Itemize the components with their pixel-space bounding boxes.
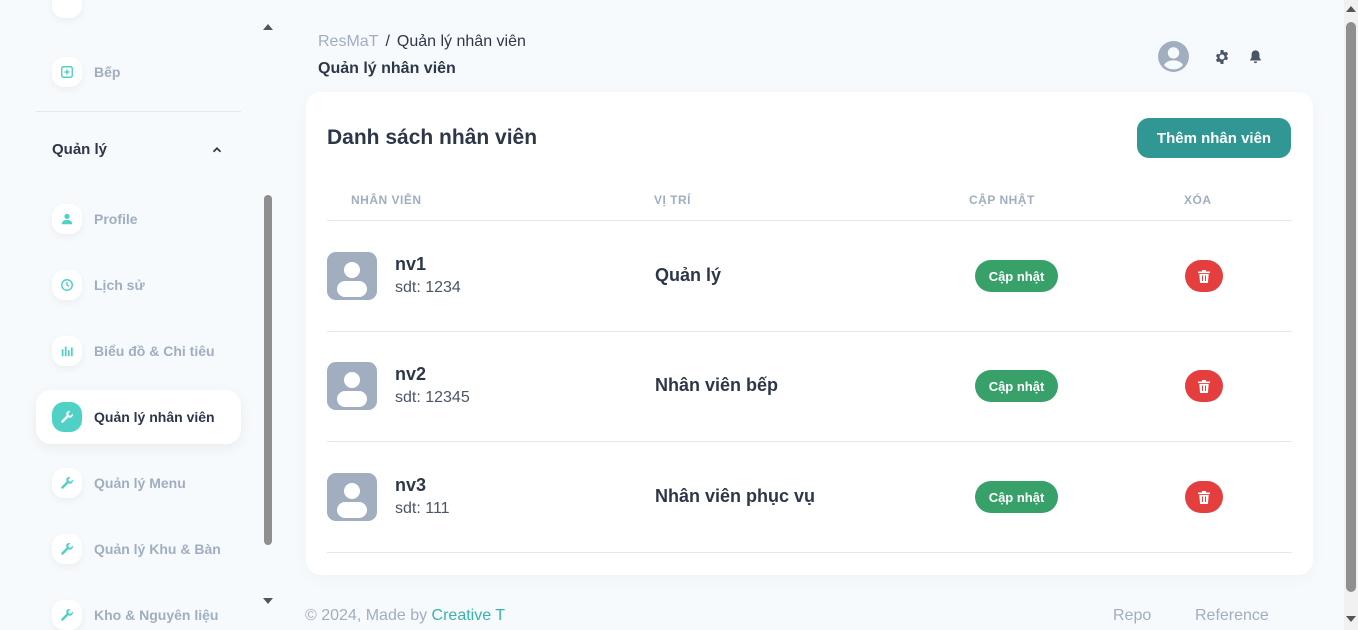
header-icons — [1157, 40, 1263, 73]
sidebar-item-quan-ly-khu-ban[interactable]: Quản lý Khu & Bàn — [36, 522, 241, 576]
footer-brand-link[interactable]: Creative T — [432, 607, 506, 624]
sidebar-divider — [36, 111, 241, 112]
table-row: nv3 sdt: 111 Nhân viên phục vụ Cập nhật — [306, 442, 1313, 552]
delete-button[interactable] — [1185, 260, 1223, 292]
person-icon — [52, 204, 82, 234]
scroll-up-icon[interactable] — [263, 24, 273, 30]
sidebar-item-label: Biểu đồ & Chi tiêu — [94, 343, 215, 359]
footer-link-reference[interactable]: Reference — [1195, 607, 1269, 625]
breadcrumb-root[interactable]: ResMaT — [318, 33, 378, 51]
sidebar-item-label: Kho & Nguyên liệu — [94, 607, 219, 623]
user-avatar-icon[interactable] — [1157, 40, 1190, 73]
sidebar-item-bieu-do[interactable]: Biểu đồ & Chi tiêu — [36, 324, 241, 378]
sidebar: Bếp Quản lý Profile Lịch sử Biểu đồ & Ch… — [0, 0, 262, 630]
employee-name: nv2 — [395, 364, 427, 384]
update-button[interactable]: Cập nhật — [975, 370, 1058, 402]
employee-avatar — [327, 252, 377, 300]
breadcrumb: ResMaT / Quản lý nhân viên — [318, 33, 526, 51]
sidebar-item-profile[interactable]: Profile — [36, 192, 241, 246]
update-button[interactable]: Cập nhật — [975, 260, 1058, 292]
chevron-up-icon[interactable] — [210, 143, 224, 157]
scroll-up-icon[interactable] — [1346, 6, 1356, 12]
bell-icon[interactable] — [1248, 49, 1263, 64]
delete-button[interactable] — [1185, 370, 1223, 402]
scroll-down-icon[interactable] — [263, 598, 273, 604]
wrench-icon — [52, 600, 82, 630]
scrollbar-thumb[interactable] — [264, 195, 272, 545]
footer-link-repo[interactable]: Repo — [1113, 607, 1151, 625]
table-row: nv2 sdt: 12345 Nhân viên bếp Cập nhật — [306, 331, 1313, 441]
wrench-icon — [52, 534, 82, 564]
bar-chart-icon — [52, 336, 82, 366]
gear-icon[interactable] — [1214, 49, 1230, 65]
column-header-delete: XÓA — [1184, 193, 1212, 207]
table-row: nv1 sdt: 1234 Quản lý Cập nhật — [306, 221, 1313, 331]
sidebar-item-label: Quản lý Khu & Bàn — [94, 541, 221, 557]
sidebar-section-title: Quản lý — [52, 141, 108, 158]
sidebar-partial-icon — [52, 0, 82, 18]
column-header-update: CẬP NHẬT — [969, 193, 1035, 207]
trash-icon — [1198, 269, 1210, 283]
breadcrumb-current: Quản lý nhân viên — [396, 33, 526, 50]
sidebar-item-kho-nguyen-lieu[interactable]: Kho & Nguyên liệu — [36, 588, 241, 630]
row-divider — [327, 552, 1292, 553]
sidebar-item-label: Quản lý nhân viên — [94, 409, 215, 425]
clock-icon — [52, 270, 82, 300]
employee-name: nv1 — [395, 254, 427, 274]
column-header-position: VỊ TRÍ — [654, 193, 692, 207]
employee-position: Quản lý — [655, 265, 722, 285]
add-employee-button[interactable]: Thêm nhân viên — [1137, 118, 1291, 158]
update-button[interactable]: Cập nhật — [975, 481, 1058, 513]
column-header-employee: NHÂN VIÊN — [351, 193, 422, 207]
employee-phone: sdt: 12345 — [395, 389, 470, 406]
employee-avatar — [327, 473, 377, 521]
main-scrollbar[interactable] — [1344, 0, 1358, 630]
employee-phone: sdt: 1234 — [395, 279, 461, 296]
scrollbar-thumb[interactable] — [1346, 22, 1356, 592]
footer-copyright-text: © 2024, Made by — [305, 607, 428, 624]
sidebar-item-label: Lịch sử — [94, 277, 145, 293]
sidebar-item-lich-su[interactable]: Lịch sử — [36, 258, 241, 312]
sidebar-item-label: Profile — [94, 211, 138, 227]
employee-avatar — [327, 362, 377, 410]
wrench-icon — [52, 402, 82, 432]
sidebar-item-quan-ly-nhan-vien[interactable]: Quản lý nhân viên — [36, 390, 241, 444]
sidebar-scrollbar[interactable] — [262, 18, 274, 612]
sidebar-item-bep[interactable]: Bếp — [36, 45, 241, 99]
employee-list-card: Danh sách nhân viên Thêm nhân viên NHÂN … — [306, 92, 1313, 575]
employee-position: Nhân viên bếp — [655, 375, 779, 395]
employee-phone: sdt: 111 — [395, 500, 450, 517]
scroll-down-icon[interactable] — [1346, 616, 1356, 622]
trash-icon — [1198, 490, 1210, 504]
sidebar-item-quan-ly-menu[interactable]: Quản lý Menu — [36, 456, 241, 510]
sidebar-item-label: Quản lý Menu — [94, 475, 186, 491]
plus-square-icon — [52, 57, 82, 87]
sidebar-item-label: Bếp — [94, 64, 121, 80]
card-title: Danh sách nhân viên — [327, 126, 538, 149]
breadcrumb-separator: / — [385, 33, 390, 50]
sidebar-section-quan-ly[interactable]: Quản lý — [52, 141, 224, 158]
footer-copyright: © 2024, Made by Creative T — [305, 607, 505, 625]
trash-icon — [1198, 379, 1210, 393]
employee-position: Nhân viên phục vụ — [655, 486, 816, 506]
employee-name: nv3 — [395, 475, 427, 495]
page-title: Quản lý nhân viên — [318, 60, 456, 77]
delete-button[interactable] — [1185, 481, 1223, 513]
wrench-icon — [52, 468, 82, 498]
